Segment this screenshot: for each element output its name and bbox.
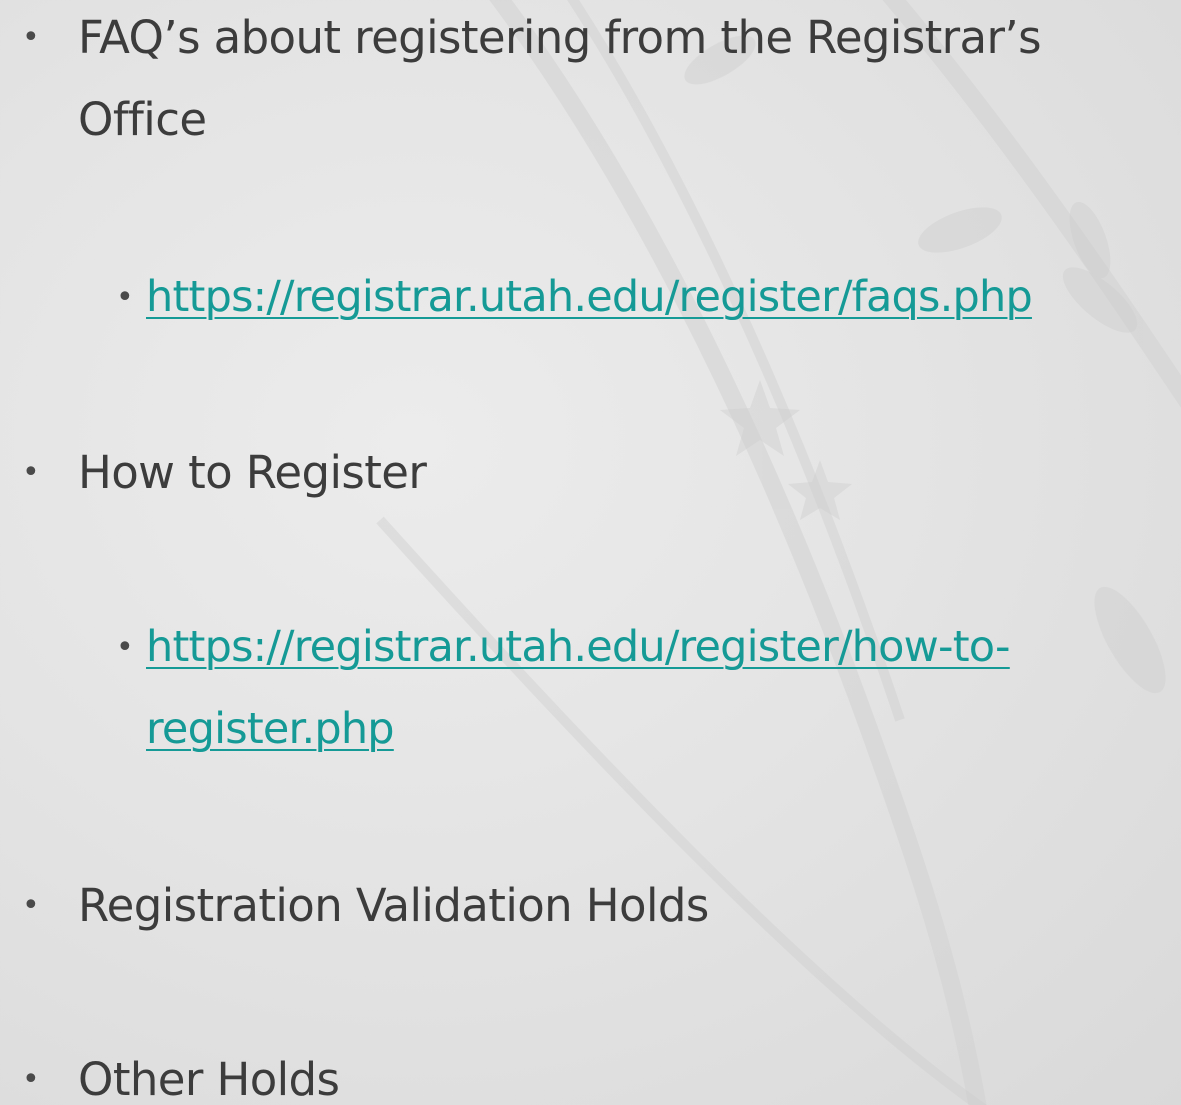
bullet-icon: • — [22, 20, 40, 55]
how-to-register-link-item-line2: register.php — [146, 698, 395, 759]
bullet-icon: • — [22, 1062, 40, 1097]
bullet-icon: • — [22, 455, 40, 490]
registration-validation-holds-heading: Registration Validation Holds — [78, 879, 709, 932]
how-to-register-link-item-line1: https://registrar.utah.edu/register/how-… — [146, 616, 1011, 677]
bullet-icon: • — [116, 280, 134, 315]
how-to-register-link[interactable]: https://registrar.utah.edu/register/how-… — [146, 622, 1011, 672]
other-holds-heading: Other Holds — [78, 1053, 340, 1105]
faqs-link[interactable]: https://registrar.utah.edu/register/faqs… — [146, 272, 1033, 322]
faq-link-item: https://registrar.utah.edu/register/faqs… — [146, 266, 1033, 327]
how-to-register-link-continued[interactable]: register.php — [146, 704, 395, 754]
bullet-icon: • — [22, 888, 40, 923]
slide-body: • FAQ’s about registering from the Regis… — [0, 0, 1181, 1105]
how-to-register-heading: How to Register — [78, 446, 427, 499]
faq-heading-line1: FAQ’s about registering from the Registr… — [78, 11, 1042, 64]
bullet-icon: • — [116, 630, 134, 665]
faq-heading-line2: Office — [78, 93, 207, 146]
